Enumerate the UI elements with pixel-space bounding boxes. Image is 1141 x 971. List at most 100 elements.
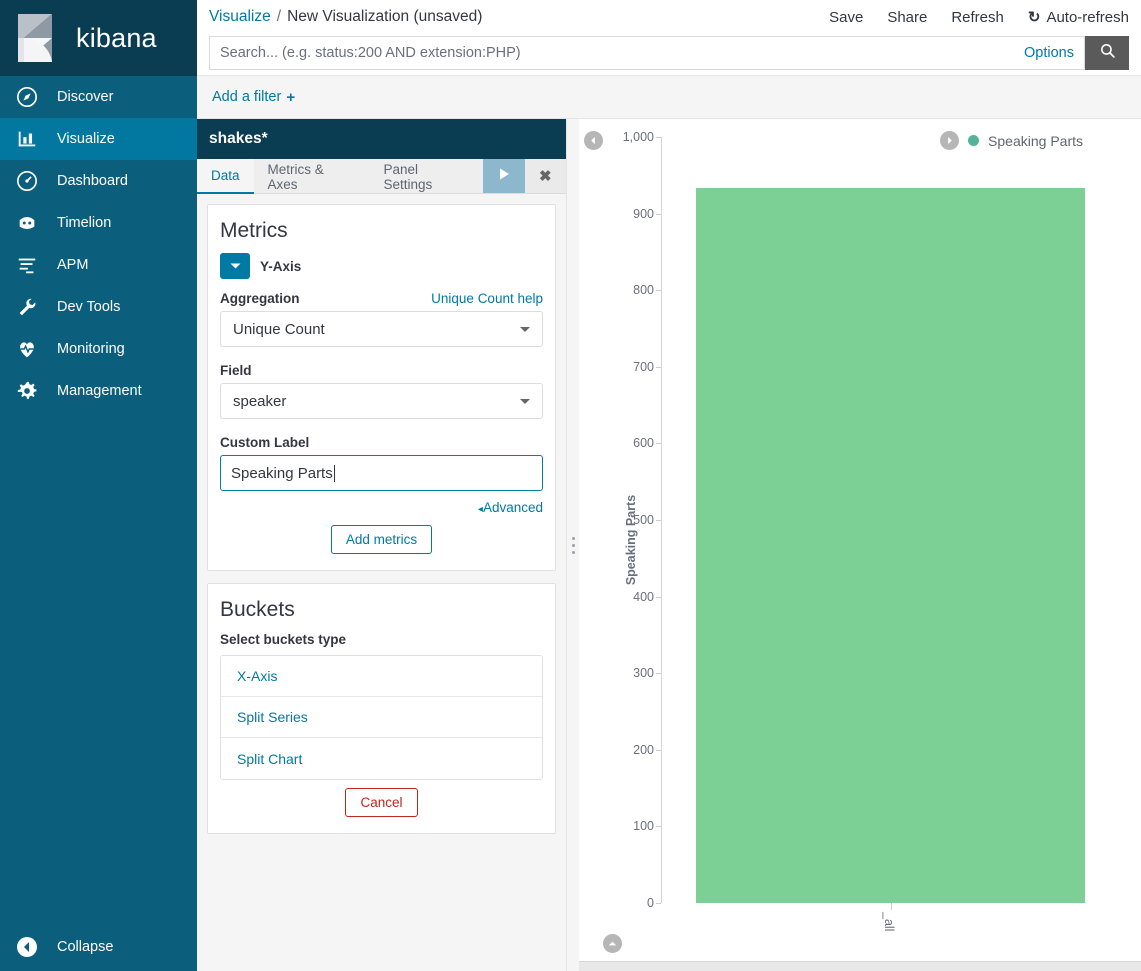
- y-axis-tick-label: 200: [633, 743, 661, 757]
- y-axis-tick-label: 100: [633, 819, 661, 833]
- custom-label-input[interactable]: Speaking Parts: [220, 455, 543, 491]
- add-filter-label: Add a filter: [212, 89, 281, 105]
- apm-lines-icon: [14, 252, 40, 278]
- breadcrumb: Visualize / New Visualization (unsaved): [209, 8, 482, 26]
- aggregation-value: Unique Count: [233, 321, 325, 338]
- auto-refresh-button[interactable]: ↻ Auto-refresh: [1028, 8, 1129, 26]
- breadcrumb-separator: /: [277, 8, 281, 26]
- horizontal-scrollbar[interactable]: [579, 961, 1141, 971]
- refresh-circle-icon: ↻: [1028, 8, 1041, 26]
- sidebar-item-visualize[interactable]: Visualize: [0, 118, 197, 160]
- workspace: shakes* Data Metrics & Axes Panel Settin…: [197, 119, 1141, 971]
- add-filter-button[interactable]: Add a filter +: [212, 89, 295, 106]
- play-triangle-icon: [496, 166, 512, 187]
- metrics-title: Metrics: [220, 219, 543, 243]
- arrow-left-circle-icon: [14, 934, 40, 960]
- breadcrumb-current: New Visualization (unsaved): [287, 8, 482, 26]
- heart-pulse-icon: [14, 336, 40, 362]
- search-box[interactable]: Options: [209, 36, 1085, 70]
- share-button[interactable]: Share: [887, 9, 927, 26]
- field-select[interactable]: speaker: [220, 383, 543, 419]
- field-value: speaker: [233, 393, 286, 410]
- chevron-down-icon[interactable]: [220, 253, 250, 279]
- bucket-option-split-chart[interactable]: Split Chart: [221, 738, 542, 779]
- discard-changes-button[interactable]: ✖: [525, 159, 566, 193]
- chart-bar[interactable]: [696, 188, 1084, 903]
- cancel-button[interactable]: Cancel: [345, 788, 417, 817]
- custom-label-row: Custom Label: [220, 435, 543, 450]
- global-nav-sidebar: kibana Discover Visualize: [0, 0, 197, 971]
- chevron-up-circle-icon[interactable]: [603, 934, 622, 953]
- bucket-option-split-series[interactable]: Split Series: [221, 697, 542, 738]
- y-axis-ticks: 01002003004005006007008009001,000: [607, 137, 661, 903]
- dashboard-gauge-icon: [14, 168, 40, 194]
- nav-list: Discover Visualize Dashboard: [0, 76, 197, 923]
- search-input[interactable]: [220, 45, 1016, 61]
- sidebar-item-management[interactable]: Management: [0, 370, 197, 412]
- refresh-button[interactable]: Refresh: [951, 9, 1004, 26]
- field-label: Field: [220, 363, 252, 378]
- y-axis-tick-label: 300: [633, 666, 661, 680]
- index-pattern-title: shakes*: [197, 119, 566, 159]
- tab-metrics-and-axes[interactable]: Metrics & Axes: [254, 159, 370, 194]
- sidebar-item-discover[interactable]: Discover: [0, 76, 197, 118]
- wrench-icon: [14, 294, 40, 320]
- add-metrics-button[interactable]: Add metrics: [331, 525, 432, 554]
- filter-bar: Add a filter +: [197, 76, 1141, 119]
- compass-icon: [14, 84, 40, 110]
- brand-name: kibana: [76, 23, 157, 54]
- top-bar-row: Visualize / New Visualization (unsaved) …: [209, 0, 1129, 30]
- main-region: Visualize / New Visualization (unsaved) …: [197, 0, 1141, 971]
- sidebar-item-monitoring[interactable]: Monitoring: [0, 328, 197, 370]
- aggregation-select[interactable]: Unique Count: [220, 311, 543, 347]
- bucket-type-list: X-Axis Split Series Split Chart: [220, 655, 543, 780]
- save-button[interactable]: Save: [829, 9, 863, 26]
- chevron-down-icon: [520, 399, 530, 404]
- y-axis-tick-label: 0: [647, 896, 661, 910]
- buckets-card: Buckets Select buckets type X-Axis Split…: [207, 583, 556, 834]
- timelion-icon: [14, 210, 40, 236]
- field-label-row: Field: [220, 363, 543, 378]
- advanced-toggle-link[interactable]: ◂Advanced: [478, 500, 543, 515]
- x-axis-tick-label: _all: [882, 912, 896, 931]
- y-axis-tick-label: 700: [633, 360, 661, 374]
- query-bar: Options: [209, 36, 1129, 70]
- aggregation-help-link[interactable]: Unique Count help: [431, 291, 543, 306]
- tab-data[interactable]: Data: [197, 159, 254, 194]
- sidebar-item-timelion[interactable]: Timelion: [0, 202, 197, 244]
- bucket-option-label: X-Axis: [237, 668, 277, 684]
- select-buckets-type-label: Select buckets type: [220, 632, 543, 647]
- custom-label-value: Speaking Parts: [231, 465, 333, 482]
- tab-panel-settings[interactable]: Panel Settings: [369, 159, 483, 194]
- apply-changes-button[interactable]: [483, 159, 524, 193]
- sidebar-item-apm[interactable]: APM: [0, 244, 197, 286]
- cancel-row: Cancel: [220, 788, 543, 817]
- auto-refresh-label: Auto-refresh: [1046, 9, 1129, 26]
- bucket-option-x-axis[interactable]: X-Axis: [221, 656, 542, 697]
- sidebar-item-dev-tools[interactable]: Dev Tools: [0, 286, 197, 328]
- sidebar-item-label: Dev Tools: [57, 299, 120, 315]
- editor-body: Metrics Y-Axis Aggregation Unique Count …: [197, 194, 566, 971]
- y-axis-tick-label: 800: [633, 283, 661, 297]
- chart-inner: Speaking Parts Speaking Parts 0100200300…: [579, 119, 1141, 961]
- tab-label: Data: [211, 168, 240, 183]
- bucket-option-label: Split Series: [237, 709, 308, 725]
- custom-label-label: Custom Label: [220, 435, 309, 450]
- sidebar-item-label: Management: [57, 383, 142, 399]
- editor-resize-handle[interactable]: [567, 119, 579, 971]
- brand-header[interactable]: kibana: [0, 0, 197, 76]
- sidebar-collapse-button[interactable]: Collapse: [0, 923, 197, 971]
- aggregation-label: Aggregation: [220, 291, 300, 306]
- tab-label: Metrics & Axes: [268, 162, 356, 192]
- visualization-chart-pane: Speaking Parts Speaking Parts 0100200300…: [579, 119, 1141, 971]
- visualization-editor: shakes* Data Metrics & Axes Panel Settin…: [197, 119, 567, 971]
- aggregation-label-row: Aggregation Unique Count help: [220, 291, 543, 306]
- sidebar-item-dashboard[interactable]: Dashboard: [0, 160, 197, 202]
- grip-dots-icon: [572, 537, 575, 554]
- breadcrumb-root-link[interactable]: Visualize: [209, 8, 271, 26]
- search-submit-button[interactable]: [1085, 36, 1129, 70]
- chevron-left-circle-icon[interactable]: [584, 131, 603, 150]
- kibana-app: kibana Discover Visualize: [0, 0, 1141, 971]
- query-options-link[interactable]: Options: [1016, 45, 1074, 61]
- bar-chart-icon: [14, 126, 40, 152]
